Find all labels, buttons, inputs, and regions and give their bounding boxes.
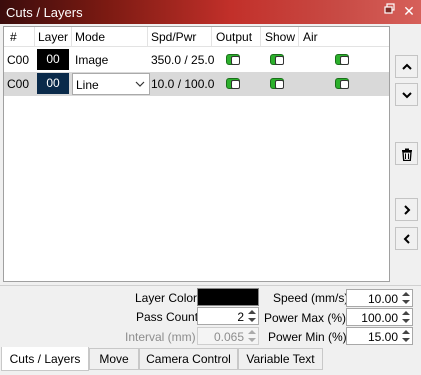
close-icon[interactable]: ✕ — [401, 3, 417, 19]
air-toggle[interactable] — [335, 78, 349, 89]
title-bar: Cuts / Layers ✕ — [0, 0, 421, 24]
power-max-stepper[interactable]: 100.00 — [346, 308, 413, 326]
pass-count-label: Pass Count — [136, 310, 199, 324]
speed-value: 10.00 — [367, 292, 398, 306]
speed-label: Speed (mm/s) — [273, 291, 349, 305]
spin-arrows-icon[interactable] — [400, 309, 412, 325]
layer-swatch[interactable]: 00 — [37, 49, 69, 70]
interval-value: 0.065 — [213, 330, 244, 344]
show-toggle[interactable] — [270, 54, 284, 65]
interval-label: Interval (mm) — [125, 330, 196, 344]
column-header-num[interactable]: # — [10, 30, 17, 44]
column-header-mode[interactable]: Mode — [75, 30, 105, 44]
row-mode[interactable]: Image — [75, 53, 108, 67]
air-toggle[interactable] — [335, 54, 349, 65]
interval-stepper: 0.065 — [197, 327, 259, 345]
spin-arrows-icon — [246, 328, 258, 344]
delete-button[interactable] — [395, 142, 418, 165]
table-row[interactable]: C00 00 Line 10.0 / 100.0 — [4, 72, 389, 96]
divider — [0, 285, 421, 286]
mode-dropdown[interactable]: Line — [72, 73, 150, 95]
chevron-down-icon — [402, 92, 412, 99]
layer-color-label: Layer Color — [135, 291, 198, 305]
speed-stepper[interactable]: 10.00 — [346, 289, 413, 307]
collapse-button[interactable] — [395, 227, 418, 250]
layer-swatch[interactable]: 00 — [37, 73, 69, 94]
tab-camera-control[interactable]: Camera Control — [139, 348, 238, 370]
chevron-left-icon — [403, 234, 410, 244]
move-up-button[interactable] — [395, 55, 418, 78]
show-toggle[interactable] — [270, 78, 284, 89]
row-number: C00 — [7, 53, 30, 67]
expand-button[interactable] — [395, 198, 418, 221]
power-min-stepper[interactable]: 15.00 — [346, 327, 413, 345]
bottom-tab-bar: Cuts / Layers Move Camera Control Variab… — [0, 347, 421, 375]
layers-table: # Layer Mode Spd/Pwr Output Show Air C00… — [3, 26, 390, 282]
tab-variable-text[interactable]: Variable Text — [238, 348, 323, 370]
table-header: # Layer Mode Spd/Pwr Output Show Air — [4, 27, 389, 47]
chevron-up-icon — [402, 63, 412, 70]
power-min-value: 15.00 — [367, 330, 398, 344]
window-title: Cuts / Layers — [6, 5, 83, 20]
column-header-output[interactable]: Output — [216, 30, 252, 44]
tab-move[interactable]: Move — [89, 348, 139, 370]
power-max-label: Power Max (%) — [264, 311, 347, 325]
column-header-show[interactable]: Show — [265, 30, 295, 44]
trash-icon — [402, 148, 412, 161]
column-header-layer[interactable]: Layer — [38, 30, 68, 44]
column-header-air[interactable]: Air — [303, 30, 318, 44]
power-max-value: 100.00 — [361, 311, 398, 325]
chevron-right-icon — [404, 205, 411, 215]
chevron-down-icon — [135, 81, 145, 87]
spin-arrows-icon[interactable] — [400, 328, 412, 344]
power-min-label: Power Min (%) — [268, 330, 347, 344]
pass-count-value: 2 — [237, 310, 244, 324]
row-spd-pwr: 10.0 / 100.0 — [151, 77, 215, 91]
spin-arrows-icon[interactable] — [246, 308, 258, 324]
column-header-spd-pwr[interactable]: Spd/Pwr — [151, 30, 196, 44]
tab-cuts-layers[interactable]: Cuts / Layers — [1, 347, 89, 371]
move-down-button[interactable] — [395, 83, 418, 106]
row-number: C00 — [7, 77, 30, 91]
row-spd-pwr: 350.0 / 25.0 — [151, 53, 215, 67]
output-toggle[interactable] — [226, 54, 240, 65]
mode-dropdown-value: Line — [76, 78, 99, 92]
output-toggle[interactable] — [226, 78, 240, 89]
table-row[interactable]: C00 00 Image 350.0 / 25.0 — [4, 48, 389, 72]
pass-count-stepper[interactable]: 2 — [197, 307, 259, 325]
restore-window-icon[interactable] — [382, 3, 398, 19]
spin-arrows-icon[interactable] — [400, 290, 412, 306]
layer-color-picker[interactable] — [197, 288, 259, 306]
